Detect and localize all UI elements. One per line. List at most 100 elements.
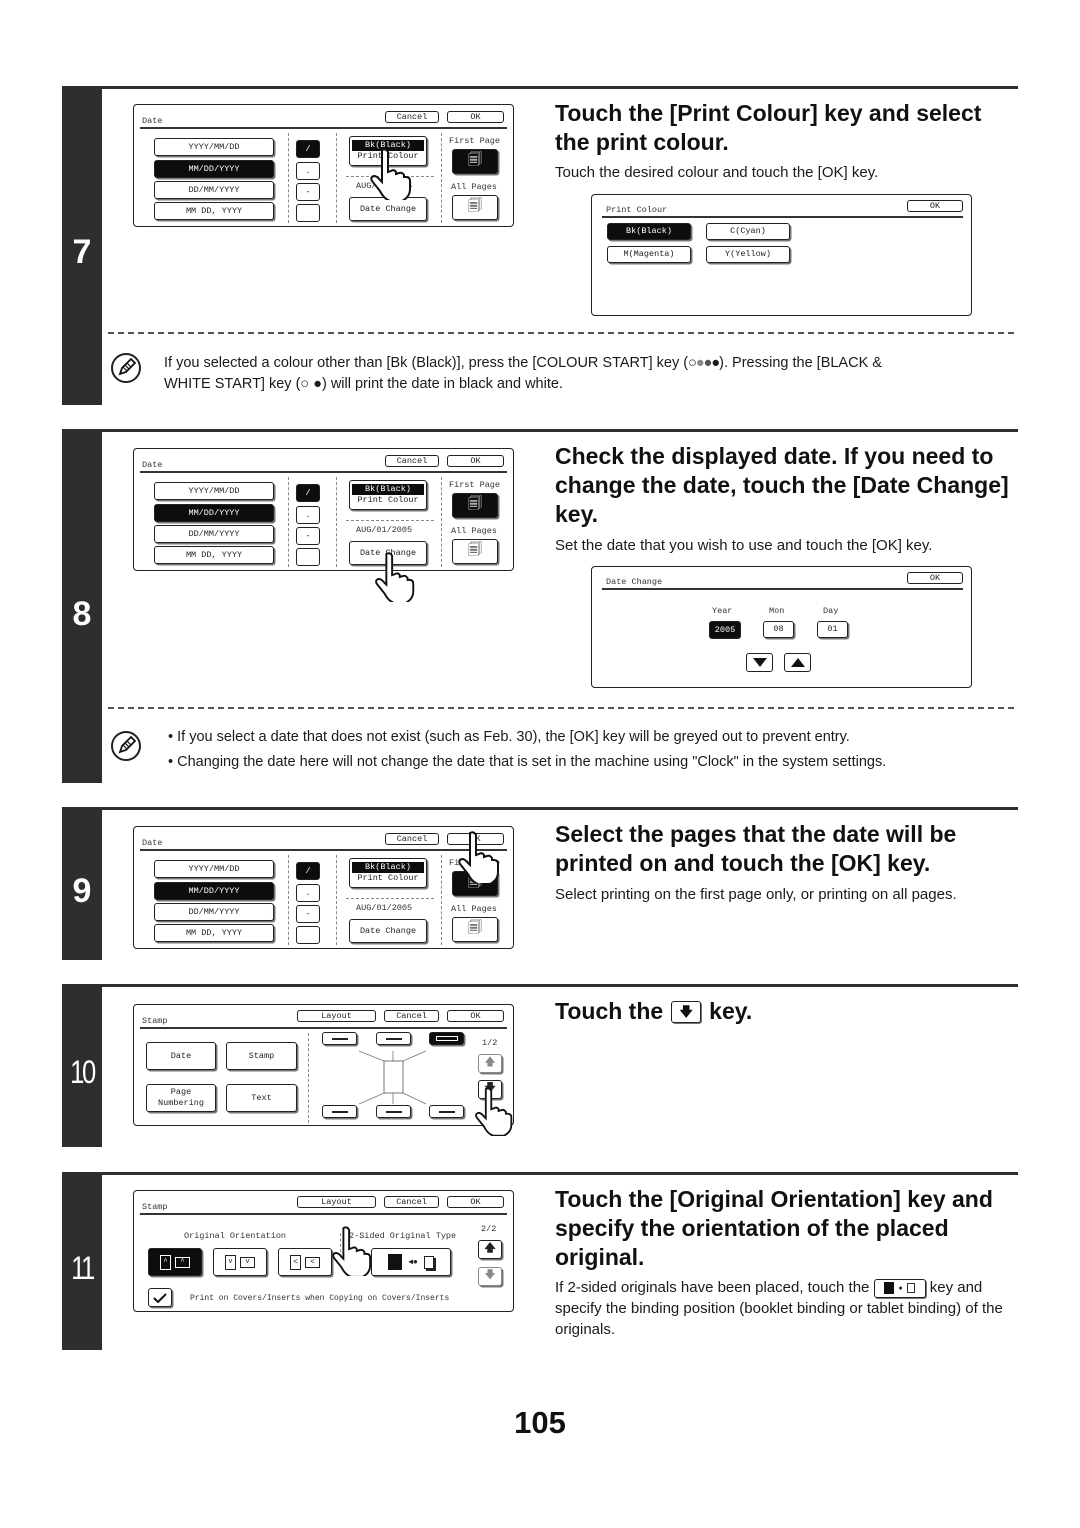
format-mm-dd-comma-yyyy[interactable]: MM DD, YYYY xyxy=(154,546,274,564)
position-bottom-left[interactable] xyxy=(322,1105,357,1118)
step-8-top-rule xyxy=(102,429,1018,432)
heading-text: key. xyxy=(709,998,753,1024)
first-page-button[interactable]: 🗐 xyxy=(452,493,498,518)
page-numbering-button[interactable]: Page Numbering xyxy=(146,1084,216,1112)
format-dd-mm-yyyy[interactable]: DD/MM/YYYY xyxy=(154,903,274,921)
ok-button[interactable]: OK xyxy=(447,111,504,123)
cancel-button[interactable]: Cancel xyxy=(385,455,439,467)
month-field[interactable]: 08 xyxy=(763,621,794,638)
separator-slash[interactable]: / xyxy=(296,862,320,880)
colour-black-button[interactable]: Bk(Black) xyxy=(607,223,691,240)
separator-space[interactable] xyxy=(296,548,320,566)
ok-button[interactable]: OK xyxy=(447,1196,504,1208)
day-field[interactable]: 01 xyxy=(817,621,848,638)
format-yyyy-mm-dd[interactable]: YYYY/MM/DD xyxy=(154,138,274,156)
page-down-button[interactable]: 🡇 xyxy=(478,1267,502,1286)
two-sided-type-key-icon: ● xyxy=(873,1278,926,1298)
separator-slash[interactable]: / xyxy=(296,140,320,158)
separator-dash[interactable]: - xyxy=(296,183,320,201)
page-up-button[interactable]: 🡅 xyxy=(478,1240,502,1259)
separator-dot[interactable]: . xyxy=(296,506,320,524)
pencil-note-icon xyxy=(111,353,141,383)
format-mm-dd-yyyy[interactable]: MM/DD/YYYY xyxy=(154,504,274,522)
separator-slash[interactable]: / xyxy=(296,484,320,502)
all-pages-button[interactable]: 🗐 xyxy=(452,917,498,942)
date-change-button[interactable]: Date Change xyxy=(349,919,427,943)
ok-button[interactable]: OK xyxy=(907,200,963,212)
text-button[interactable]: Text xyxy=(226,1084,297,1112)
first-page-label: First Page xyxy=(449,480,501,490)
print-colour-key[interactable]: Bk(Black) Print Colour xyxy=(349,858,427,888)
screen-title: Date xyxy=(142,460,163,470)
print-colour-value: Bk(Black) xyxy=(352,862,424,873)
year-field[interactable]: 2005 xyxy=(709,621,741,639)
separator-dot[interactable]: . xyxy=(296,162,320,180)
pages-icon: 🗐 xyxy=(468,921,482,937)
stamp-mark-icon xyxy=(385,1037,402,1040)
cancel-button[interactable]: Cancel xyxy=(385,833,439,845)
separator-dash[interactable]: - xyxy=(296,905,320,923)
divider xyxy=(336,477,337,567)
format-yyyy-mm-dd[interactable]: YYYY/MM/DD xyxy=(154,860,274,878)
format-mm-dd-yyyy[interactable]: MM/DD/YYYY xyxy=(154,160,274,178)
position-bottom-center[interactable] xyxy=(376,1105,411,1118)
stamp-mark-icon xyxy=(385,1110,402,1113)
cancel-button[interactable]: Cancel xyxy=(385,111,439,123)
format-dd-mm-yyyy[interactable]: DD/MM/YYYY xyxy=(154,525,274,543)
print-colour-key[interactable]: Bk(Black) Print Colour xyxy=(349,480,427,510)
pages-icon: 🗐 xyxy=(468,497,482,513)
mon-label: Mon xyxy=(769,606,785,616)
position-top-right[interactable] xyxy=(429,1032,464,1045)
position-top-center[interactable] xyxy=(376,1032,411,1045)
layout-button[interactable]: Layout xyxy=(297,1196,376,1208)
decrement-button[interactable] xyxy=(746,653,773,672)
format-mm-dd-comma-yyyy[interactable]: MM DD, YYYY xyxy=(154,924,274,942)
separator-dot[interactable]: . xyxy=(296,884,320,902)
colour-cyan-button[interactable]: C(Cyan) xyxy=(706,223,790,240)
first-page-button[interactable]: 🗐 xyxy=(452,149,498,174)
all-pages-button[interactable]: 🗐 xyxy=(452,195,498,220)
landscape-page-icon: < xyxy=(305,1256,320,1268)
step-7-number: 7 xyxy=(72,233,92,271)
date-button[interactable]: Date xyxy=(146,1042,216,1070)
date-change-button[interactable]: Date Change xyxy=(349,197,427,221)
title-underline xyxy=(140,1213,507,1215)
orientation-sideways-button[interactable]: < < xyxy=(278,1248,332,1276)
page-up-button[interactable]: 🡅 xyxy=(478,1054,502,1073)
title-underline xyxy=(140,127,507,129)
position-top-left[interactable] xyxy=(322,1032,357,1045)
date-screen-step8: Date Cancel OK YYYY/MM/DD MM/DD/YYYY DD/… xyxy=(133,448,514,571)
stamp-button[interactable]: Stamp xyxy=(226,1042,297,1070)
two-sided-original-type-button[interactable]: ◀● xyxy=(371,1248,451,1276)
format-mm-dd-comma-yyyy[interactable]: MM DD, YYYY xyxy=(154,202,274,220)
colour-yellow-button[interactable]: Y(Yellow) xyxy=(706,246,790,263)
cancel-button[interactable]: Cancel xyxy=(384,1196,439,1208)
separator-space[interactable] xyxy=(296,204,320,222)
separator-dash[interactable]: - xyxy=(296,527,320,545)
landscape-page-icon: v xyxy=(240,1256,255,1268)
divider xyxy=(441,133,442,223)
orientation-upright-button[interactable]: ^ ^ xyxy=(148,1248,202,1276)
title-underline xyxy=(602,588,963,590)
ok-button[interactable]: OK xyxy=(907,572,963,584)
layout-button[interactable]: Layout xyxy=(297,1010,376,1022)
increment-button[interactable] xyxy=(784,653,811,672)
pages-icon: 🗐 xyxy=(468,543,482,559)
separator-space[interactable] xyxy=(296,926,320,944)
all-pages-button[interactable]: 🗐 xyxy=(452,539,498,564)
colour-magenta-button[interactable]: M(Magenta) xyxy=(607,246,691,263)
up-arrow-icon: 🡅 xyxy=(484,1243,496,1255)
screen-title: Date Change xyxy=(606,577,663,587)
format-dd-mm-yyyy[interactable]: DD/MM/YYYY xyxy=(154,181,274,199)
format-mm-dd-yyyy[interactable]: MM/DD/YYYY xyxy=(154,882,274,900)
stamp-mark-icon xyxy=(435,1036,458,1041)
covers-inserts-checkbox[interactable] xyxy=(148,1288,172,1307)
pages-icon: 🗐 xyxy=(468,153,482,169)
format-yyyy-mm-dd[interactable]: YYYY/MM/DD xyxy=(154,482,274,500)
down-arrow-icon: 🡇 xyxy=(484,1270,496,1282)
orientation-inverted-button[interactable]: v v xyxy=(213,1248,267,1276)
position-bottom-right[interactable] xyxy=(429,1105,464,1118)
cancel-button[interactable]: Cancel xyxy=(384,1010,439,1022)
ok-button[interactable]: OK xyxy=(447,1010,504,1022)
ok-button[interactable]: OK xyxy=(447,455,504,467)
